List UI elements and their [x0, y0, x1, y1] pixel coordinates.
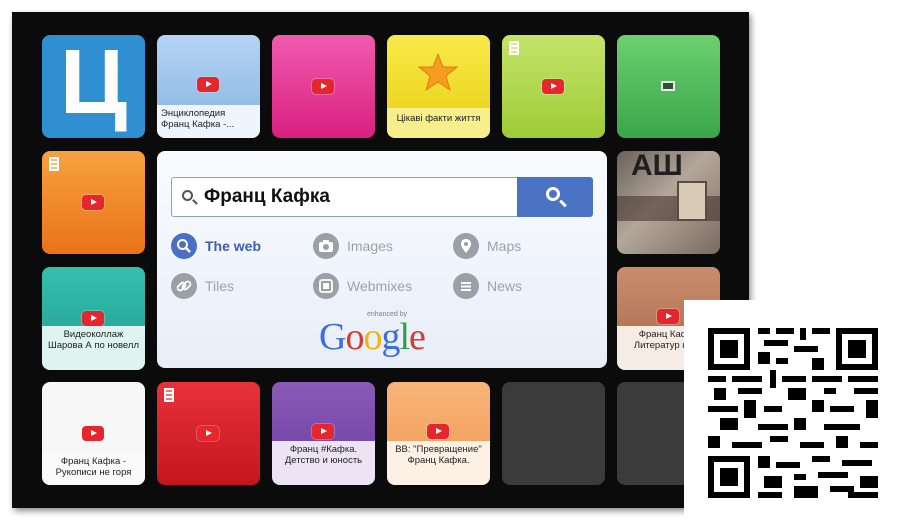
symbaloo-board: Ц Энциклопедия Франц Кафка -... Цікаві ф… [12, 12, 749, 508]
tile-metamorphosis[interactable]: BB: "Превращение" Франц Кафка. [387, 382, 490, 485]
option-label: The web [205, 238, 262, 254]
youtube-icon [197, 426, 219, 441]
tile-interesting-facts[interactable]: Цікаві факти життя [387, 35, 490, 138]
link-icon [171, 273, 197, 299]
search-input[interactable]: Франц Кафка [171, 177, 517, 217]
qr-code [684, 300, 902, 520]
option-images[interactable]: Images [313, 233, 393, 259]
option-label: Images [347, 238, 393, 254]
film-icon [164, 388, 174, 402]
search-icon [546, 187, 560, 201]
tile-caption: Франц #Кафка. Детство и юность [272, 441, 375, 485]
youtube-icon [82, 311, 104, 326]
youtube-icon [427, 424, 449, 439]
search-icon [182, 190, 193, 201]
tile-manuscripts[interactable]: Франц Кафка - Рукописи не горя [42, 382, 145, 485]
search-panel: Франц Кафка The web Images Maps Tiles We… [157, 151, 607, 368]
news-icon [453, 273, 479, 299]
tile-caption: Цікаві факти життя [387, 108, 490, 138]
youtube-icon [82, 426, 104, 441]
presentation-icon [661, 81, 675, 91]
google-logo: enhanced by Google [319, 311, 449, 358]
star-icon [418, 53, 458, 91]
screen: Ц Энциклопедия Франц Кафка -... Цікаві ф… [0, 0, 902, 520]
tile-video-lime[interactable] [502, 35, 605, 138]
tile-caption: Энциклопедия Франц Кафка -... [157, 105, 260, 138]
tile-encyclopedia[interactable]: Энциклопедия Франц Кафка -... [157, 35, 260, 138]
map-pin-icon [453, 233, 479, 259]
search-icon [171, 233, 197, 259]
logo-letter: Ц [59, 35, 128, 133]
tile-video-collage[interactable]: Видеоколлаж Шарова А по новелл [42, 267, 145, 370]
youtube-icon [542, 79, 564, 94]
youtube-icon [657, 309, 679, 324]
youtube-icon [312, 424, 334, 439]
tile-video-pink[interactable] [272, 35, 375, 138]
tile-video-red[interactable] [157, 382, 260, 485]
camera-icon [313, 233, 339, 259]
option-label: Tiles [205, 278, 235, 294]
tile-c-logo[interactable]: Ц [42, 35, 145, 138]
tile-photo-collage[interactable]: АШ [617, 151, 720, 254]
option-label: Maps [487, 238, 522, 254]
search-button[interactable] [517, 177, 593, 217]
tile-childhood[interactable]: Франц #Кафка. Детство и юность [272, 382, 375, 485]
tile-video-orange[interactable] [42, 151, 145, 254]
webmix-icon [313, 273, 339, 299]
tile-empty[interactable] [502, 382, 605, 485]
youtube-icon [312, 79, 334, 94]
tile-caption: Франц Кафка - Рукописи не горя [42, 453, 145, 485]
google-wordmark: Google [319, 316, 426, 358]
option-label: Webmixes [347, 278, 413, 294]
photo-window [677, 181, 707, 221]
search-query[interactable]: Франц Кафка [204, 186, 330, 208]
tile-caption: Видеоколлаж Шарова А по новелл [42, 326, 145, 370]
option-news[interactable]: News [453, 273, 522, 299]
film-icon [49, 157, 59, 171]
youtube-icon [197, 77, 219, 92]
option-webmixes[interactable]: Webmixes [313, 273, 412, 299]
youtube-icon [82, 195, 104, 210]
option-tiles[interactable]: Tiles [171, 273, 234, 299]
option-the-web[interactable]: The web [171, 233, 261, 259]
option-maps[interactable]: Maps [453, 233, 521, 259]
option-label: News [487, 278, 523, 294]
tile-caption: BB: "Превращение" Франц Кафка. [387, 441, 490, 485]
film-icon [509, 41, 519, 55]
photo-text: АШ [631, 151, 683, 182]
tile-green[interactable] [617, 35, 720, 138]
